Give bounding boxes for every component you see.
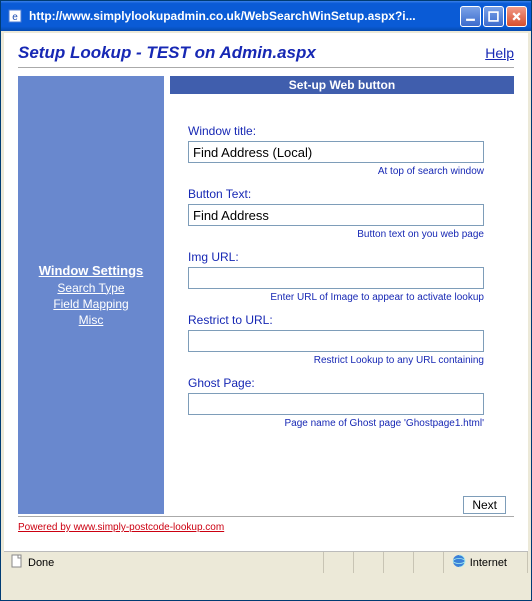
close-button[interactable] <box>506 6 527 27</box>
section-heading: Set-up Web button <box>170 76 514 94</box>
svg-text:e: e <box>12 12 18 23</box>
help-link[interactable]: Help <box>485 45 514 61</box>
hint-button-text: Button text on you web page <box>188 229 484 240</box>
powered-by-link[interactable]: Powered by www.simply-postcode-lookup.co… <box>18 522 224 533</box>
input-ghost-page[interactable] <box>188 393 484 415</box>
sidebar-link-misc[interactable]: Misc <box>79 313 104 327</box>
status-cell <box>324 552 354 573</box>
label-ghost-page: Ghost Page: <box>188 376 506 390</box>
maximize-button[interactable] <box>483 6 504 27</box>
ie-icon: e <box>7 8 23 24</box>
globe-icon <box>452 554 466 571</box>
next-button[interactable]: Next <box>463 496 506 514</box>
main-panel: Set-up Web button Window title: At top o… <box>170 76 514 514</box>
sidebar-link-search-type[interactable]: Search Type <box>57 281 124 295</box>
sidebar-selected-item[interactable]: Window Settings <box>39 263 144 278</box>
client-area: Setup Lookup - TEST on Admin.aspx Help W… <box>4 33 528 573</box>
input-window-title[interactable] <box>188 141 484 163</box>
divider <box>18 67 514 68</box>
window-title: http://www.simplylookupadmin.co.uk/WebSe… <box>29 9 460 23</box>
label-window-title: Window title: <box>188 124 506 138</box>
status-text: Done <box>28 557 54 569</box>
label-restrict-url: Restrict to URL: <box>188 313 506 327</box>
hint-img-url: Enter URL of Image to appear to activate… <box>188 292 484 303</box>
document-icon <box>10 554 24 571</box>
divider <box>18 516 514 517</box>
hint-restrict-url: Restrict Lookup to any URL containing <box>188 355 484 366</box>
sidebar: Window Settings Search Type Field Mappin… <box>18 76 164 514</box>
hint-ghost-page: Page name of Ghost page 'Ghostpage1.html… <box>188 418 484 429</box>
status-cell <box>414 552 444 573</box>
hint-window-title: At top of search window <box>188 166 484 177</box>
input-button-text[interactable] <box>188 204 484 226</box>
status-bar: Done Internet <box>4 551 528 573</box>
input-img-url[interactable] <box>188 267 484 289</box>
label-button-text: Button Text: <box>188 187 506 201</box>
status-cell <box>354 552 384 573</box>
status-cell <box>384 552 414 573</box>
sidebar-link-field-mapping[interactable]: Field Mapping <box>53 297 128 311</box>
zone-text: Internet <box>470 557 507 569</box>
input-restrict-url[interactable] <box>188 330 484 352</box>
page-title: Setup Lookup - TEST on Admin.aspx <box>18 43 316 63</box>
label-img-url: Img URL: <box>188 250 506 264</box>
minimize-button[interactable] <box>460 6 481 27</box>
window-titlebar: e http://www.simplylookupadmin.co.uk/Web… <box>1 1 531 31</box>
